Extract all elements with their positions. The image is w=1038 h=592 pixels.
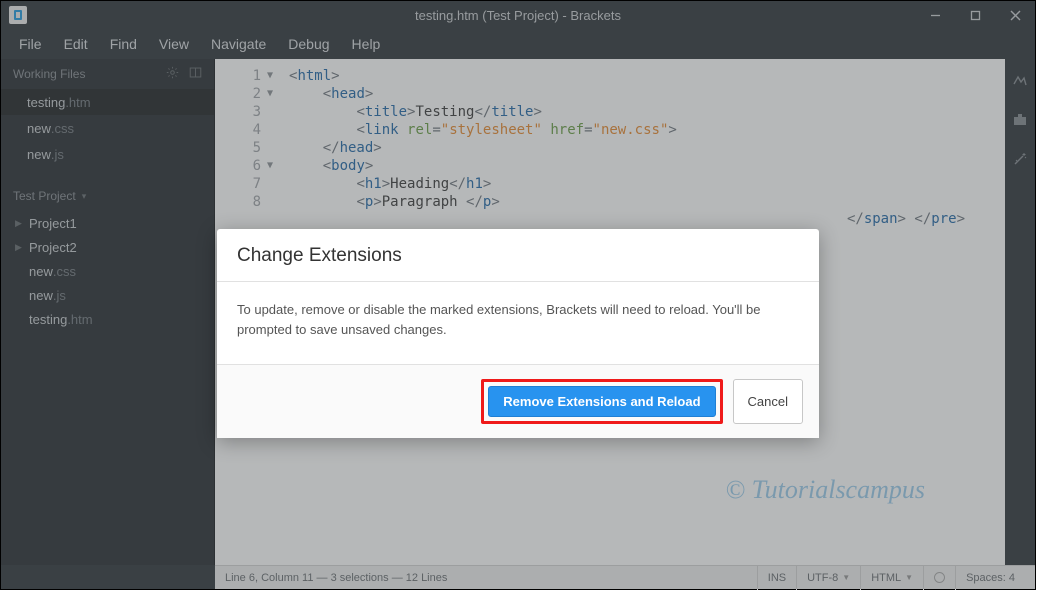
tutorial-highlight: Remove Extensions and Reload	[481, 379, 722, 424]
change-extensions-dialog: Change Extensions To update, remove or d…	[217, 229, 819, 438]
modal-overlay: Change Extensions To update, remove or d…	[1, 1, 1035, 589]
app-window: testing.htm (Test Project) - Brackets Fi…	[0, 0, 1036, 590]
dialog-body: To update, remove or disable the marked …	[217, 282, 819, 364]
remove-and-reload-button[interactable]: Remove Extensions and Reload	[488, 386, 715, 417]
cancel-button[interactable]: Cancel	[733, 379, 803, 424]
dialog-title: Change Extensions	[217, 229, 819, 282]
dialog-footer: Remove Extensions and Reload Cancel	[217, 364, 819, 438]
